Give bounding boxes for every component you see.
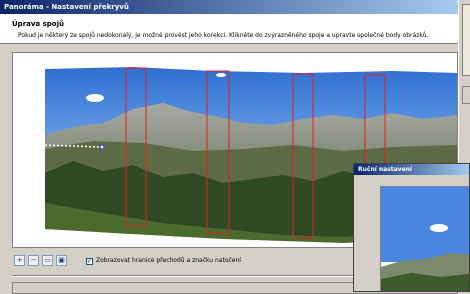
show-borders-label[interactable]: Zobrazovat hranice přechodů a značku nat…: [96, 257, 241, 264]
cloud: [86, 94, 104, 102]
section-title: Úprava spojů: [12, 20, 64, 28]
manual-adjust-window[interactable]: Ruční nastavení: [353, 163, 470, 292]
popup-title: Ruční nastavení: [354, 164, 469, 175]
header-panel: Úprava spojů Pokud je některý ze spojů n…: [0, 14, 458, 44]
window-title: Panoráma - Nastavení překryvů: [0, 0, 458, 14]
show-borders-checkbox[interactable]: ✓: [86, 258, 93, 265]
instructions-text: Pokud je některý ze spojů nedokonalý, je…: [18, 32, 429, 39]
rotation-handle[interactable]: [99, 144, 105, 150]
zoom-in-icon[interactable]: +: [14, 255, 25, 266]
zoom-out-icon[interactable]: −: [28, 255, 39, 266]
background-button: [462, 86, 470, 104]
zoom-fit-icon[interactable]: ▭: [42, 255, 53, 266]
background-panel: [462, 4, 470, 76]
manual-adjust-preview[interactable]: [380, 186, 469, 291]
zoom-full-icon[interactable]: ▣: [56, 255, 67, 266]
